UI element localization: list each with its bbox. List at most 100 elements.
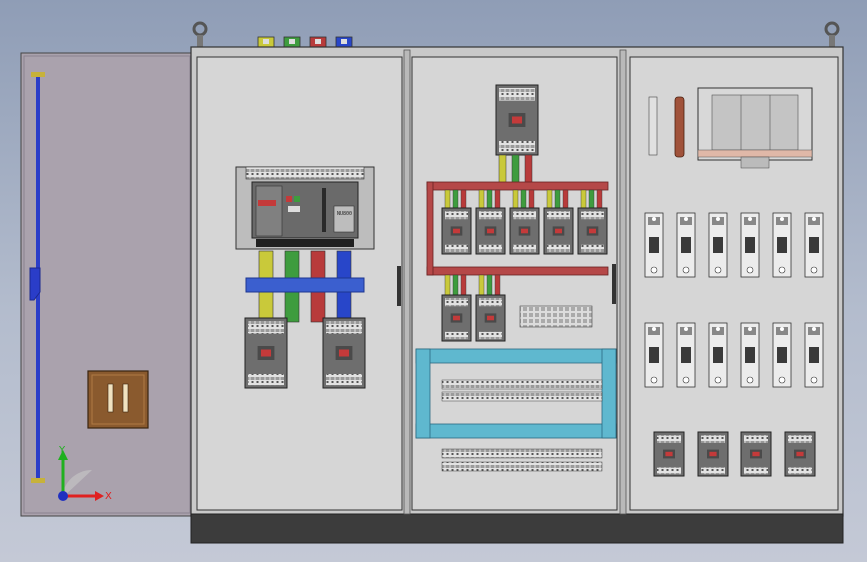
breaker-handle (796, 451, 804, 457)
contactor-screw (780, 217, 784, 221)
top-phase-terminals (257, 36, 353, 48)
breaker-handle (487, 228, 494, 234)
contactor-screw (716, 217, 720, 221)
cable (444, 274, 451, 296)
phase-cap-bolt (263, 39, 269, 44)
x-axis-label: X (105, 491, 112, 502)
breaker-terminals-bottom (248, 374, 284, 386)
acb-nameplate: NU800 (337, 211, 352, 217)
cabinet-model: NU800 Y X (20, 21, 844, 544)
contactor-face (713, 237, 723, 253)
cable (478, 189, 485, 209)
breaker-terminals-top (744, 435, 768, 443)
breaker-handle (709, 451, 717, 457)
contactor-screw (682, 266, 690, 274)
cable (512, 189, 519, 209)
breaker-terminals-top (547, 211, 570, 220)
breaker-handle (338, 349, 350, 357)
contactor-face (649, 347, 659, 363)
cable (528, 189, 535, 209)
breaker-terminals-bottom (326, 374, 362, 386)
breaker-terminals-top (788, 435, 812, 443)
contactor-screw (714, 376, 722, 384)
breaker-terminals-bottom (445, 331, 468, 340)
phase-cap-bolt (289, 39, 295, 44)
cable (580, 189, 587, 209)
breaker-handle (453, 228, 460, 234)
breaker-handle (589, 228, 596, 234)
lifting-eye-right (824, 21, 840, 47)
breaker-handle (752, 451, 760, 457)
breaker-terminals-top (701, 435, 725, 443)
contactor-screw (778, 266, 786, 274)
breaker-terminals-top (499, 88, 535, 101)
breaker-handle (665, 451, 673, 457)
cable (546, 189, 553, 209)
cad-viewport[interactable]: NU800 Y X (0, 0, 867, 562)
cable (478, 274, 485, 296)
cable (562, 189, 569, 209)
mccb-right[interactable] (322, 317, 366, 389)
open-door[interactable] (20, 52, 194, 517)
contactor-screw (684, 327, 688, 331)
cable (486, 189, 493, 209)
incomer-busbar (245, 277, 365, 293)
breaker-terminals-bottom (744, 467, 768, 475)
breaker-handle (521, 228, 528, 234)
breaker-handle (487, 315, 494, 321)
contactor-screw (652, 327, 656, 331)
contactor-screw (780, 327, 784, 331)
contactor-screw (810, 266, 818, 274)
cable (554, 189, 561, 209)
contactor-face (809, 347, 819, 363)
cable (486, 274, 493, 296)
air-circuit-breaker[interactable]: NU800 (235, 166, 375, 250)
lifting-eye-left (192, 21, 208, 47)
breaker-handle (555, 228, 562, 234)
contactor-face (681, 237, 691, 253)
contactor-face (649, 237, 659, 253)
cable (494, 274, 501, 296)
contactor-screw (746, 376, 754, 384)
transformer-module (697, 87, 813, 169)
contactor-face (777, 237, 787, 253)
breaker-terminals-bottom (547, 244, 570, 253)
cable (520, 189, 527, 209)
distribution-incomer-mccb[interactable] (495, 84, 539, 184)
cable (444, 189, 451, 209)
breaker-handle (511, 116, 523, 124)
breaker-terminals-top (479, 298, 502, 307)
breaker-terminals-bottom (499, 141, 535, 153)
breaker-handle (260, 349, 272, 357)
breaker-terminals-top (248, 321, 284, 334)
contactor-screw (650, 376, 658, 384)
breaker-terminals-bottom (445, 244, 468, 253)
contactor-screw (812, 327, 816, 331)
contactor-face (681, 347, 691, 363)
mccb-left[interactable] (244, 317, 288, 389)
terminal-strip-upper (519, 305, 593, 328)
breaker-terminals-bottom (581, 244, 604, 253)
cable (588, 189, 595, 209)
cable (511, 154, 520, 184)
contactor-screw (748, 327, 752, 331)
breaker-terminals-bottom (479, 331, 502, 340)
origin-point (58, 491, 68, 501)
breaker-terminals-top (445, 298, 468, 307)
breaker-terminals-bottom (788, 467, 812, 475)
contactor-face (745, 237, 755, 253)
phase-cap-bolt (315, 39, 321, 44)
y-axis-label: Y (58, 445, 66, 456)
cable (494, 189, 501, 209)
contactor-screw (684, 217, 688, 221)
breaker-terminals-bottom (657, 467, 681, 475)
cable (452, 274, 459, 296)
contactor-face (777, 347, 787, 363)
contactor-screw (716, 327, 720, 331)
contactor-face (745, 347, 755, 363)
document-pocket (87, 370, 149, 429)
cable (498, 154, 507, 184)
phase-bar-upper (284, 250, 300, 282)
contactor-screw (810, 376, 818, 384)
contactor-face (809, 237, 819, 253)
